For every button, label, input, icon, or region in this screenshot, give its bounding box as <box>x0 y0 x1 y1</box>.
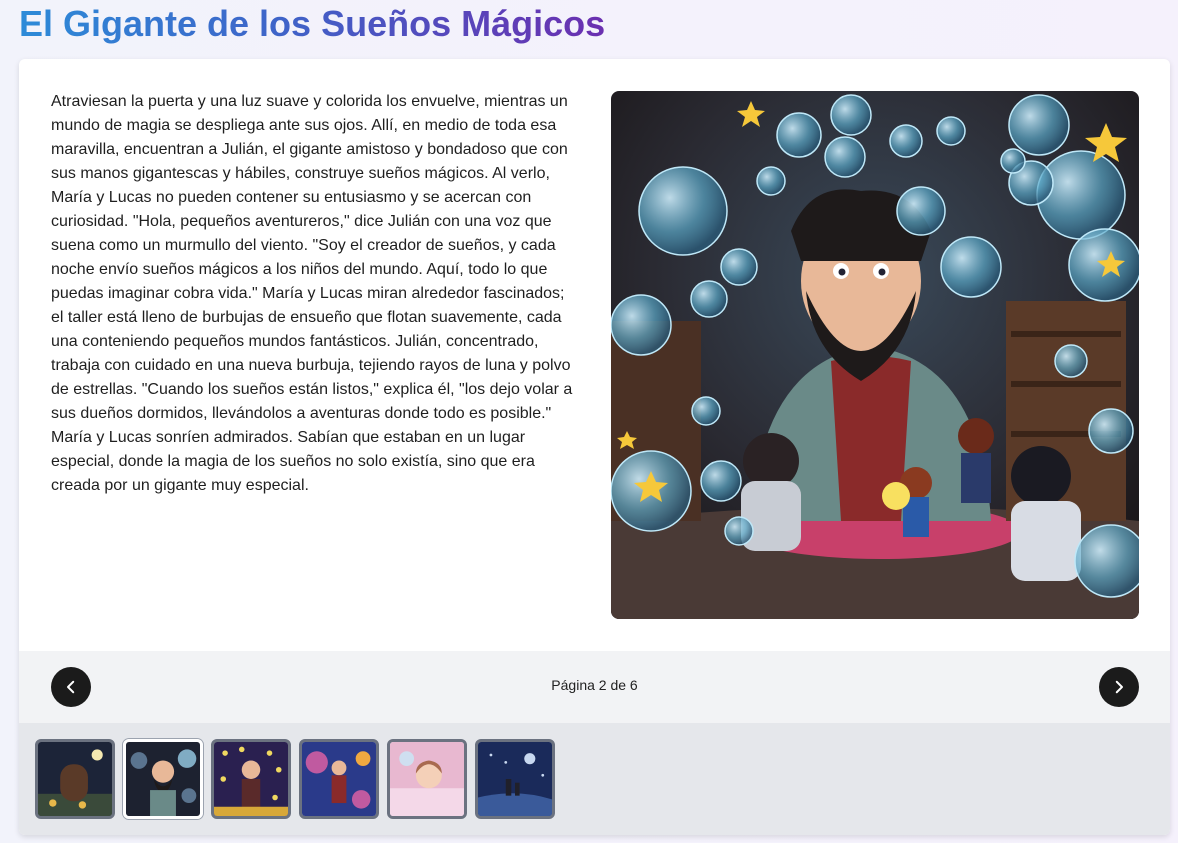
page-navigation: Página 2 de 6 <box>19 651 1170 723</box>
thumbnail-page-6[interactable] <box>475 739 555 819</box>
story-text: Atraviesan la puerta y una luz suave y c… <box>51 93 573 494</box>
thumbnail-strip <box>19 723 1170 835</box>
story-illustration <box>611 91 1139 619</box>
story-card: Atraviesan la puerta y una luz suave y c… <box>19 59 1170 835</box>
chevron-right-icon <box>1115 680 1123 694</box>
thumbnail-page-4[interactable] <box>299 739 379 819</box>
thumbnail-page-5[interactable] <box>387 739 467 819</box>
page-indicator: Página 2 de 6 <box>551 677 638 693</box>
thumbnail-page-1[interactable] <box>35 739 115 819</box>
thumbnail-page-2[interactable] <box>123 739 203 819</box>
page-title: El Gigante de los Sueños Mágicos <box>19 3 606 44</box>
next-page-button[interactable] <box>1099 667 1139 707</box>
thumbnail-page-3[interactable] <box>211 739 291 819</box>
